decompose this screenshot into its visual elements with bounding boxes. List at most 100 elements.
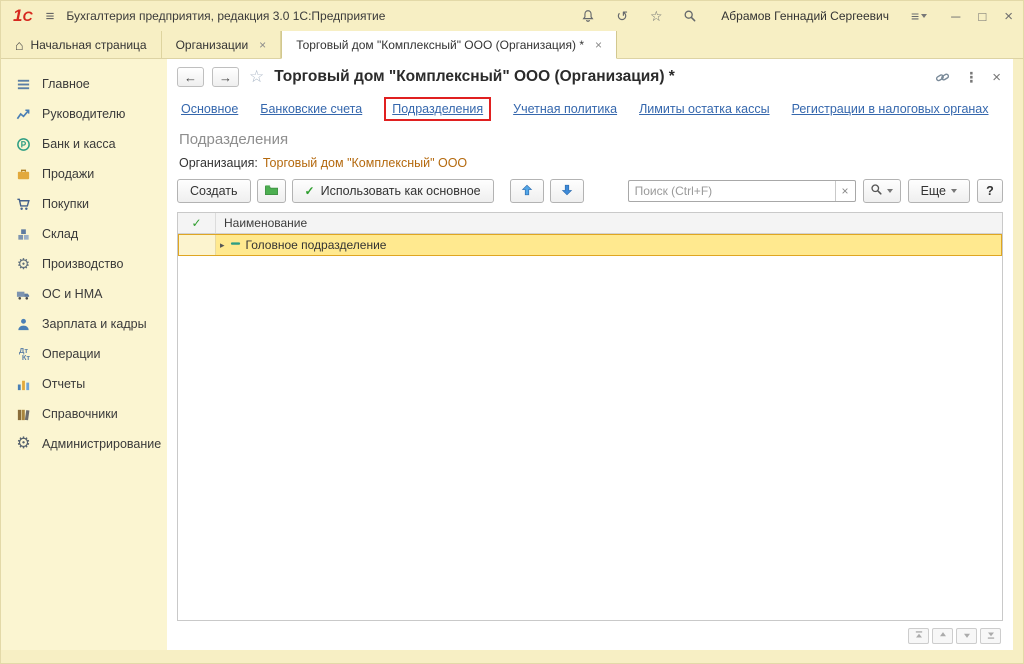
main-flag-column-header[interactable]: ✓ [178, 213, 216, 233]
table-header-row: ✓ Наименование [178, 213, 1002, 234]
page-title: Торговый дом "Комплексный" ООО (Организа… [274, 68, 675, 86]
close-form-icon[interactable]: × [992, 69, 1001, 86]
notifications-bell-icon[interactable] [579, 7, 597, 25]
more-menu-dots-icon[interactable]: ⋮ [964, 69, 978, 86]
navlink-tax-registrations[interactable]: Регистрации в налоговых органах [792, 102, 989, 116]
search-options-button[interactable] [863, 179, 901, 203]
organization-line: Организация: Торговый дом "Комплексный" … [167, 150, 1013, 172]
close-tab-icon[interactable]: × [259, 38, 266, 52]
maximize-icon[interactable]: □ [978, 10, 986, 23]
books-icon [15, 406, 32, 423]
person-icon [15, 316, 32, 333]
list-bottom-button[interactable] [980, 628, 1001, 644]
clear-search-icon[interactable]: × [835, 181, 855, 201]
sidebar-item-reports[interactable]: Отчеты [1, 369, 167, 399]
move-up-button[interactable] [510, 179, 544, 203]
tab-home[interactable]: ⌂ Начальная страница [1, 31, 162, 58]
gear-icon: ⚙ [15, 436, 32, 453]
search-input[interactable] [629, 181, 835, 201]
history-icon[interactable]: ↺ [613, 7, 631, 25]
trend-chart-icon [15, 106, 32, 123]
navlink-cash-limits[interactable]: Лимиты остатка кассы [639, 102, 769, 116]
titlebar-actions: ↺ ☆ Абрамов Геннадий Сергеевич ≡ ─ □ × [579, 7, 1013, 25]
forward-button[interactable]: → [212, 67, 239, 87]
sidebar-item-bank-cash[interactable]: Банк и касса [1, 129, 167, 159]
navlink-accounting-policy[interactable]: Учетная политика [513, 102, 617, 116]
sidebar-item-directories[interactable]: Справочники [1, 399, 167, 429]
sidebar-item-payroll-hr[interactable]: Зарплата и кадры [1, 309, 167, 339]
favorite-star-icon[interactable]: ☆ [249, 67, 264, 87]
1c-logo-icon: 1С [13, 6, 32, 26]
sidebar-item-sales[interactable]: Продажи [1, 159, 167, 189]
sidebar-item-operations[interactable]: Дт Кт Операции [1, 339, 167, 369]
current-user[interactable]: Абрамов Геннадий Сергеевич [721, 9, 889, 23]
move-down-button[interactable] [550, 179, 584, 203]
search-group: × Еще ? [628, 179, 1003, 203]
cart-icon [15, 196, 32, 213]
favorites-star-icon[interactable]: ☆ [647, 7, 665, 25]
organization-link[interactable]: Торговый дом "Комплексный" ООО [263, 156, 467, 170]
list-down-button[interactable] [956, 628, 977, 644]
boxes-icon [15, 226, 32, 243]
name-cell[interactable]: ▸ Головное подразделение [216, 235, 1001, 255]
get-link-icon[interactable] [935, 70, 950, 85]
create-button[interactable]: Создать [177, 179, 251, 203]
search-box: × [628, 180, 856, 202]
navlink-main[interactable]: Основное [181, 102, 238, 116]
back-button[interactable]: ← [177, 67, 204, 87]
window-controls: ─ □ × [951, 9, 1013, 24]
tree-expand-icon[interactable]: ▸ [220, 240, 225, 251]
down-arrow-icon [560, 183, 574, 200]
help-button[interactable]: ? [977, 179, 1003, 203]
tab-organizations[interactable]: Организации × [162, 31, 282, 58]
create-group-button[interactable] [257, 179, 286, 203]
minimize-icon[interactable]: ─ [951, 10, 960, 23]
window-bottom-edge [1, 650, 1023, 663]
main-flag-cell[interactable] [179, 235, 216, 255]
close-window-icon[interactable]: × [1004, 9, 1013, 24]
truck-icon [15, 286, 32, 303]
app-title: Бухгалтерия предприятия, редакция 3.0 1С… [66, 9, 385, 23]
go-top-icon [914, 627, 924, 645]
gears-icon: ⚙ [15, 256, 32, 273]
departments-table: ✓ Наименование ▸ Головное подразделение [177, 212, 1003, 621]
magnifier-icon [870, 183, 883, 199]
main-menu-burger-icon[interactable]: ≡ [46, 8, 55, 25]
coin-icon [15, 136, 32, 153]
up-arrow-icon [520, 183, 534, 200]
list-up-button[interactable] [932, 628, 953, 644]
titlebar: 1С ≡ Бухгалтерия предприятия, редакция 3… [1, 1, 1023, 31]
home-icon: ⌂ [15, 37, 23, 53]
close-tab-icon[interactable]: × [595, 38, 602, 52]
go-bottom-icon [986, 627, 996, 645]
search-icon[interactable] [681, 7, 699, 25]
sidebar-item-fixed-assets[interactable]: ОС и НМА [1, 279, 167, 309]
check-icon: ✓ [191, 216, 201, 230]
list-top-button[interactable] [908, 628, 929, 644]
back-arrow-icon: ← [184, 70, 197, 85]
list-icon [15, 76, 32, 93]
sidebar-item-purchases[interactable]: Покупки [1, 189, 167, 219]
more-actions-button[interactable]: Еще [908, 179, 970, 203]
sidebar-item-manager[interactable]: Руководителю [1, 99, 167, 129]
page-up-icon [938, 627, 948, 645]
navlink-bank-accounts[interactable]: Банковские счета [260, 102, 362, 116]
list-toolbar: Создать ✓ Использовать как основное [167, 172, 1013, 210]
department-item-icon [230, 238, 241, 252]
name-column-header[interactable]: Наименование [216, 216, 1002, 230]
app-window: 1С ≡ Бухгалтерия предприятия, редакция 3… [0, 0, 1024, 664]
tab-organization-card[interactable]: Торговый дом "Комплексный" ООО (Организа… [281, 31, 617, 59]
dtkt-icon: Дт Кт [15, 346, 32, 363]
sidebar-item-main[interactable]: Главное [1, 69, 167, 99]
use-as-main-button[interactable]: ✓ Использовать как основное [292, 179, 494, 203]
form-nav-links: Основное Банковские счета Подразделения … [167, 91, 1013, 125]
sidebar-item-production[interactable]: ⚙ Производство [1, 249, 167, 279]
navlink-departments[interactable]: Подразделения [384, 97, 491, 121]
organization-label: Организация: [179, 156, 258, 170]
check-icon: ✓ [305, 184, 315, 198]
table-row[interactable]: ▸ Головное подразделение [178, 234, 1002, 256]
section-title: Подразделения [167, 125, 1013, 150]
service-menu-icon[interactable]: ≡ [911, 8, 927, 24]
sidebar-item-warehouse[interactable]: Склад [1, 219, 167, 249]
sidebar-item-administration[interactable]: ⚙ Администрирование [1, 429, 167, 459]
